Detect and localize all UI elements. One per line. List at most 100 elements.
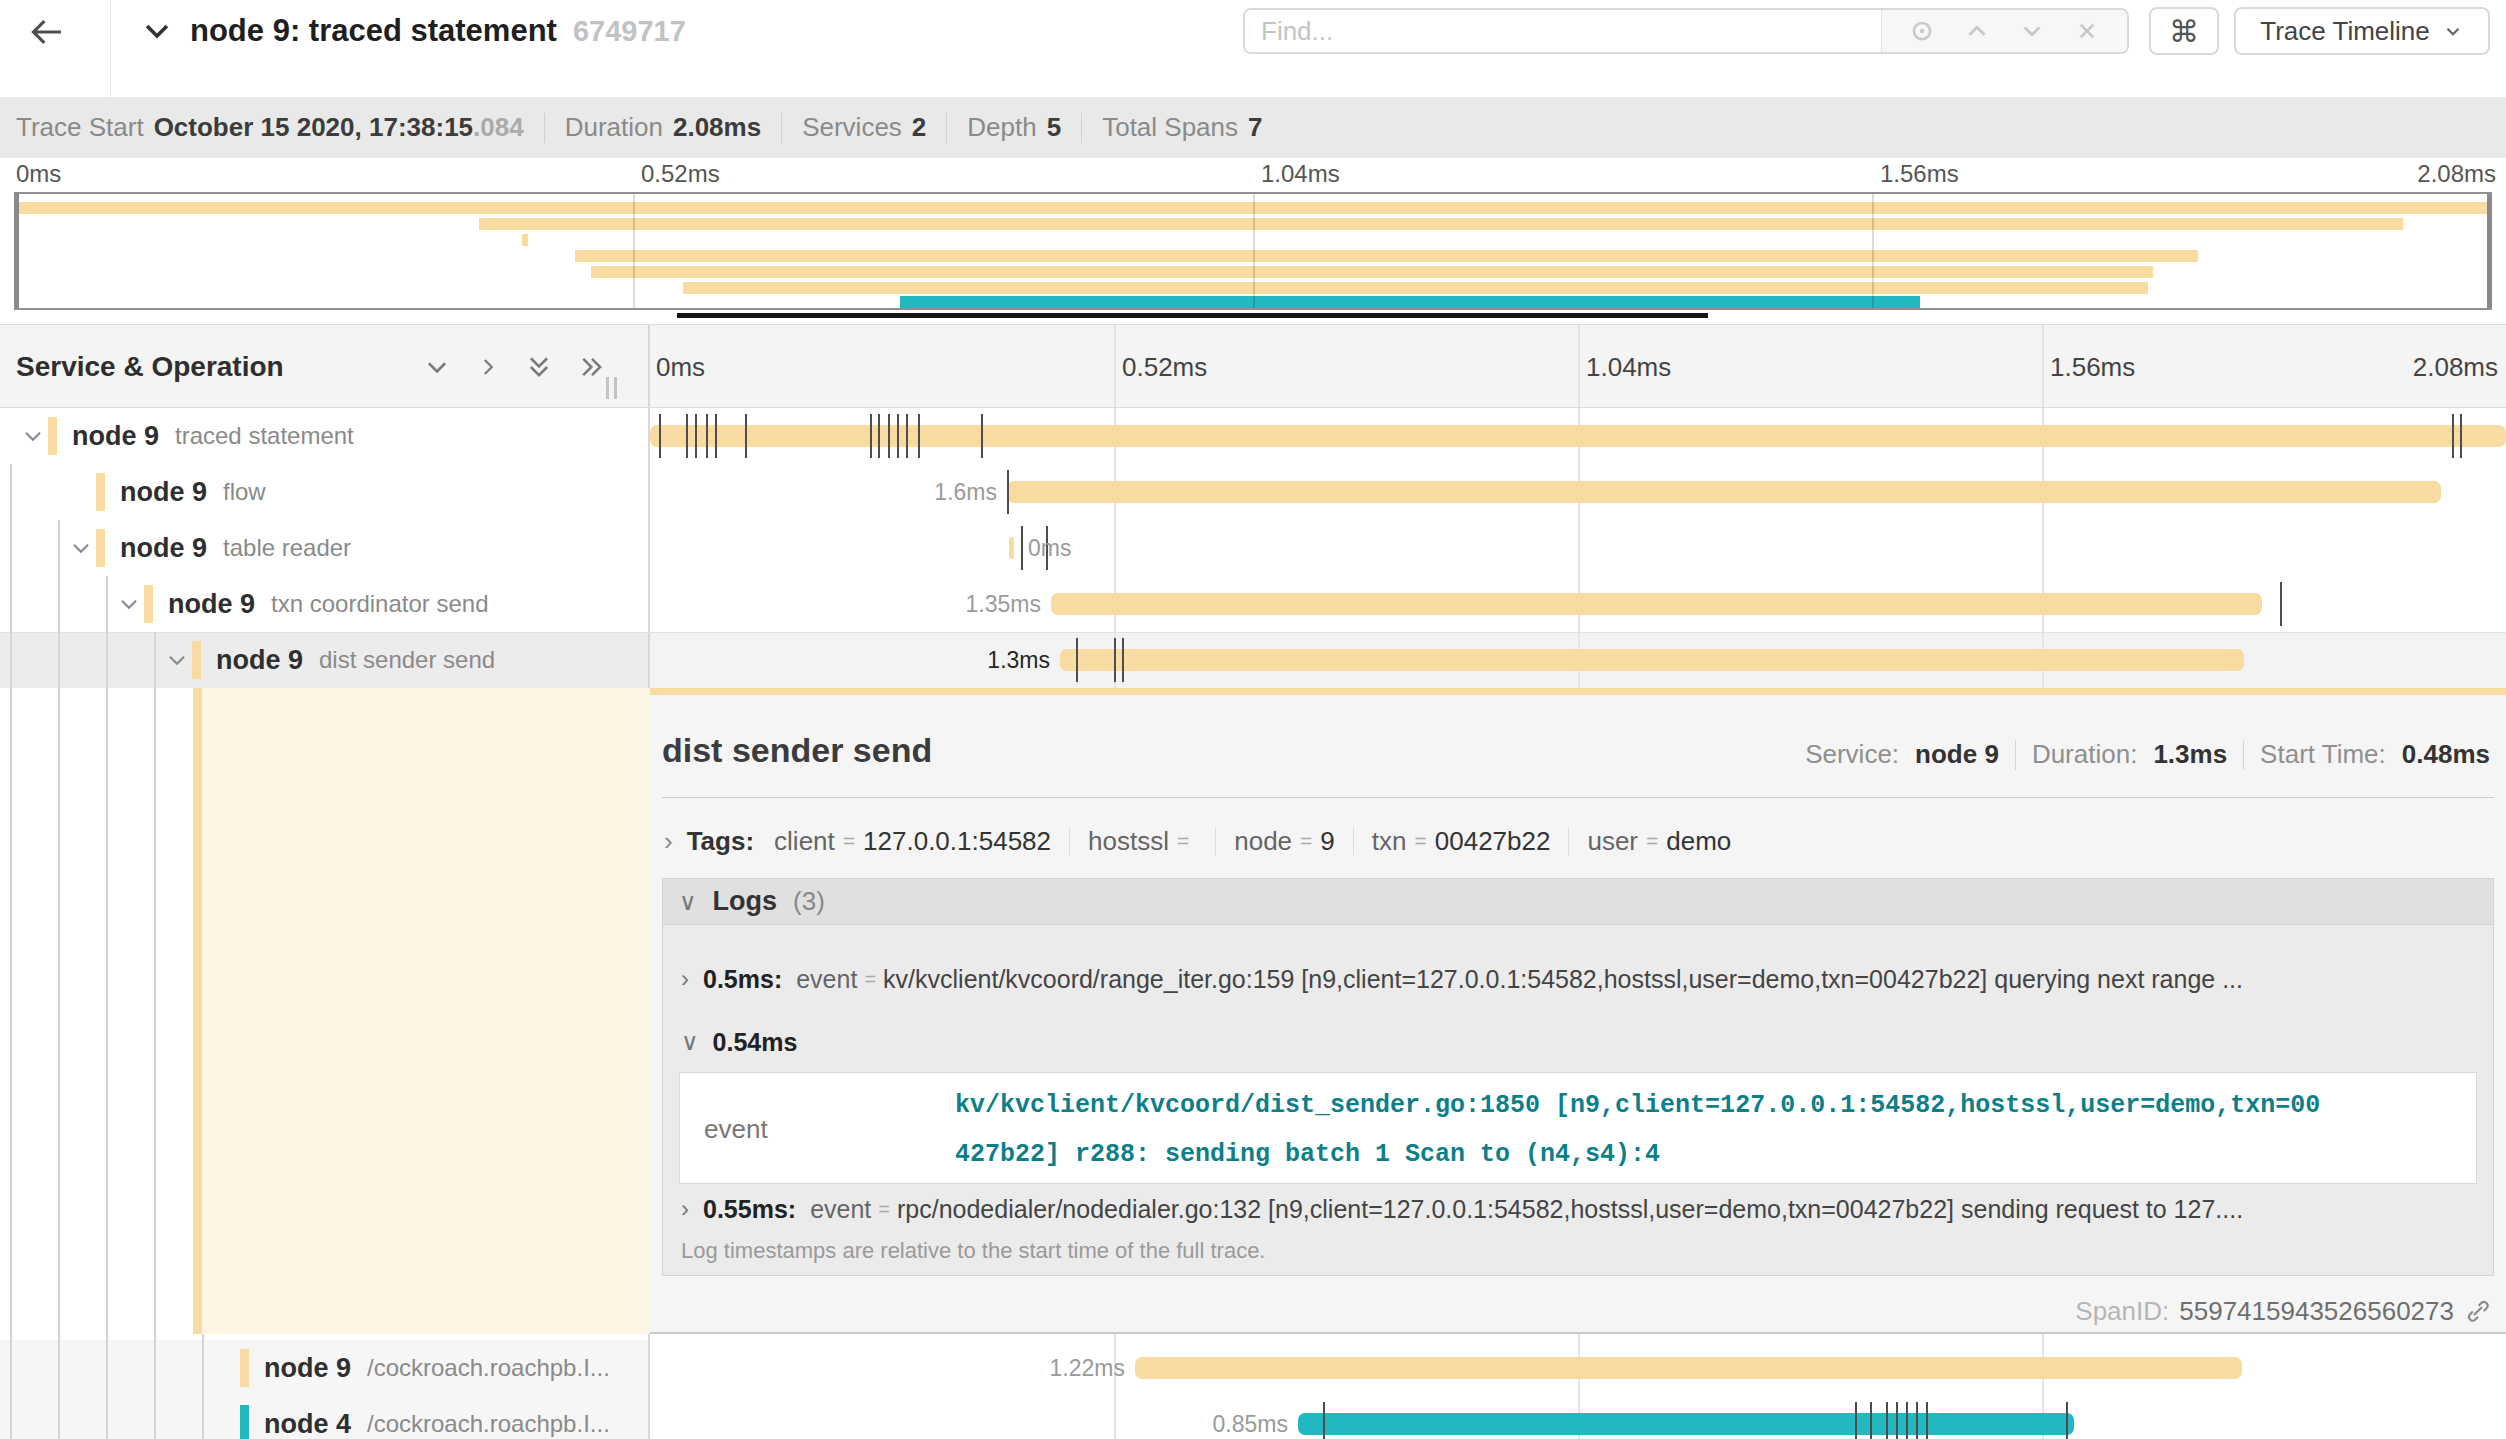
span-service-name[interactable]: node 9traced statement: [72, 408, 354, 464]
span-duration-label: 1.35ms: [966, 576, 1041, 632]
span-color-strip: [96, 529, 105, 567]
find-group: [1243, 8, 2129, 54]
timeline-axis-label: 1.04ms: [1586, 325, 1671, 409]
log-marker-tick: [2280, 582, 2282, 626]
span-service-name[interactable]: node 9txn coordinator send: [168, 576, 488, 632]
log-chevron-down-icon[interactable]: ∨: [681, 1028, 699, 1056]
span-bar[interactable]: [1007, 481, 2441, 503]
span-bar[interactable]: [650, 425, 2506, 447]
span-detail-panel: dist sender send Service: node 9 Duratio…: [0, 688, 2506, 1334]
span-timeline-zone: 1.3ms: [650, 632, 2506, 688]
minimap-span-bar: [683, 282, 2148, 294]
log-marker-tick: [981, 414, 983, 458]
trace-minimap[interactable]: 0ms0.52ms1.04ms1.56ms2.08ms: [0, 158, 2506, 318]
span-row[interactable]: node 9traced statement: [0, 408, 2506, 464]
back-arrow-icon: [24, 12, 68, 52]
back-button[interactable]: [24, 12, 68, 52]
next-match-chevron-down-icon[interactable]: [2017, 16, 2047, 46]
span-row[interactable]: node 4/cockroach.roachpb.I... 0.85ms: [0, 1396, 2506, 1439]
collapse-one-chevron-down-icon[interactable]: [422, 352, 452, 382]
log-marker-tick: [1114, 638, 1116, 682]
top-bar: node 9: traced statement 6749717 ⌘ Trace…: [0, 0, 2506, 97]
minimap-left-handle[interactable]: [14, 194, 19, 308]
minimap-canvas[interactable]: [14, 192, 2492, 310]
minimap-right-handle[interactable]: [2487, 194, 2492, 308]
log-entry-2-header[interactable]: ∨ 0.54ms: [663, 1020, 2483, 1064]
expand-one-chevron-right-icon[interactable]: [475, 354, 501, 380]
span-operation-name: dist sender send: [319, 646, 495, 674]
span-bar[interactable]: [1060, 649, 2244, 671]
span-timeline-zone: 0.85ms: [650, 1396, 2506, 1439]
column-resize-handle[interactable]: [606, 377, 617, 399]
minimap-axis-label: 0.52ms: [641, 160, 720, 188]
span-expand-chevron-down-icon[interactable]: [20, 408, 46, 464]
span-row[interactable]: node 9/cockroach.roachpb.I...1.22ms: [0, 1340, 2506, 1396]
title-collapse-chevron-icon[interactable]: [140, 14, 174, 48]
span-expand-chevron-down-icon[interactable]: [68, 520, 94, 576]
span-service-name[interactable]: node 9dist sender send: [216, 632, 495, 688]
trace-view-selector-button[interactable]: Trace Timeline: [2234, 7, 2490, 55]
span-service-name[interactable]: node 4/cockroach.roachpb.I...: [264, 1396, 610, 1439]
log-marker-tick: [706, 414, 708, 458]
log-marker-tick: [686, 414, 688, 458]
find-input[interactable]: [1245, 10, 1881, 52]
span-expand-chevron-down-icon[interactable]: [116, 576, 142, 632]
tags-chevron-right-icon[interactable]: ›: [664, 826, 673, 857]
span-service-name[interactable]: node 9/cockroach.roachpb.I...: [264, 1340, 610, 1396]
span-row[interactable]: node 9flow1.6ms: [0, 464, 2506, 520]
keyboard-shortcuts-button[interactable]: ⌘: [2149, 7, 2219, 55]
trace-start-value: October 15 2020, 17:38:15: [154, 112, 473, 143]
log-chevron-right-icon[interactable]: ›: [681, 965, 689, 993]
span-bar[interactable]: [1135, 1357, 2242, 1379]
span-row[interactable]: node 9dist sender send 1.3ms: [0, 632, 2506, 688]
span-service-name[interactable]: node 9table reader: [120, 520, 351, 576]
tags-row[interactable]: › Tags: client=127.0.0.1:54582hostssl=no…: [664, 819, 1731, 863]
tag-item: client=127.0.0.1:54582: [774, 826, 1051, 857]
minimap-axis-label: 0ms: [16, 160, 61, 188]
span-color-strip: [48, 417, 57, 455]
depth-label: Depth: [967, 112, 1036, 143]
detail-duration-value: 1.3ms: [2153, 739, 2227, 770]
span-expand-chevron-down-icon[interactable]: [164, 632, 190, 688]
trace-id: 6749717: [573, 15, 686, 48]
clear-find-icon[interactable]: [2072, 16, 2102, 46]
span-operation-name: /cockroach.roachpb.I...: [367, 1354, 610, 1382]
span-bar[interactable]: [1051, 593, 2262, 615]
logs-chevron-down-icon[interactable]: ∨: [679, 888, 697, 916]
prev-match-chevron-up-icon[interactable]: [1962, 16, 1992, 46]
span-bar[interactable]: [1298, 1413, 2074, 1435]
scope-icon[interactable]: [1907, 16, 1937, 46]
log-marker-tick: [745, 414, 747, 458]
collapse-all-double-chevron-down-icon[interactable]: [524, 352, 554, 382]
expand-all-double-chevron-right-icon[interactable]: [577, 352, 607, 382]
span-service-name[interactable]: node 9flow: [120, 464, 266, 520]
detail-service-label: Service:: [1805, 739, 1899, 770]
span-row[interactable]: node 9table reader0ms: [0, 520, 2506, 576]
log-marker-tick: [878, 414, 880, 458]
minimap-span-bar: [900, 296, 1920, 310]
log-entry-3[interactable]: › 0.55ms: event = rpc/nodedialer/nodedia…: [663, 1187, 2483, 1231]
logs-header[interactable]: ∨ Logs (3): [663, 879, 2493, 925]
tag-item: txn=00427b22: [1372, 826, 1551, 857]
service-operation-header: Service & Operation: [16, 325, 284, 409]
log-marker-tick: [906, 414, 908, 458]
log-marker-tick: [1021, 526, 1023, 570]
log-chevron-right-icon[interactable]: ›: [681, 1195, 689, 1223]
span-row[interactable]: node 9txn coordinator send 1.35ms: [0, 576, 2506, 632]
log-entry-1[interactable]: › 0.5ms: event = kv/kvclient/kvcoord/ran…: [663, 957, 2483, 1001]
minimap-gridline: [1253, 194, 1255, 308]
span-operation-name: flow: [223, 478, 266, 506]
services-value: 2: [912, 112, 926, 143]
log-event-key: event: [704, 1073, 768, 1185]
log-event-table: event kv/kvclient/kvcoord/dist_sender.go…: [679, 1072, 2477, 1184]
span-bar[interactable]: [1009, 537, 1014, 559]
minimap-scrubber[interactable]: [677, 313, 1708, 318]
span-color-strip: [144, 585, 153, 623]
span-duration-label: 0.85ms: [1213, 1396, 1288, 1439]
span-color-strip: [192, 641, 201, 679]
trace-start-label: Trace Start: [16, 112, 144, 143]
minimap-axis-label: 1.04ms: [1261, 160, 1340, 188]
log-marker-tick: [1076, 638, 1078, 682]
copy-link-icon[interactable]: [2464, 1297, 2492, 1325]
timeline-axis-label: 1.56ms: [2050, 325, 2135, 409]
